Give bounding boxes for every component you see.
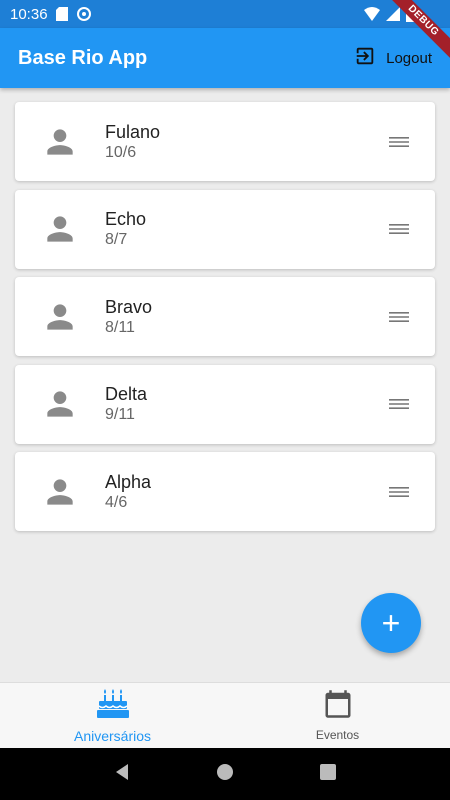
list-item[interactable]: Echo 8/7 <box>15 189 435 269</box>
list-item-date: 4/6 <box>105 493 128 511</box>
app-bar: Base Rio App Logout <box>0 28 450 88</box>
logout-label: Logout <box>386 49 432 67</box>
tab-eventos-label: Eventos <box>315 728 360 742</box>
list-item[interactable]: Alpha 4/6 <box>15 452 435 531</box>
list-item-name: Bravo <box>105 296 153 317</box>
recents-icon[interactable] <box>319 763 337 786</box>
list-item-name: Delta <box>105 384 148 404</box>
logout-icon <box>354 45 376 71</box>
home-icon[interactable] <box>216 763 234 786</box>
back-icon[interactable] <box>113 763 131 786</box>
tab-eventos[interactable]: Eventos <box>225 683 450 748</box>
list-item-date: 9/11 <box>105 406 135 423</box>
battery-icon <box>406 6 414 22</box>
person-icon <box>41 385 79 423</box>
signal-icon <box>386 7 400 21</box>
drag-handle-icon[interactable] <box>387 217 411 241</box>
list-item-date: 8/7 <box>105 231 128 248</box>
calendar-icon <box>323 689 353 724</box>
person-icon <box>41 123 79 161</box>
list-item[interactable]: Fulano 10/6 <box>15 102 435 181</box>
list-item-name: Echo <box>105 209 147 229</box>
add-button[interactable]: + <box>361 593 421 653</box>
tab-aniversarios-label: Aniversários <box>73 728 152 744</box>
person-icon <box>41 473 79 511</box>
wifi-icon <box>364 7 380 21</box>
list-item-date: 10/6 <box>105 143 137 161</box>
page-title: Base Rio App <box>18 46 148 69</box>
list-item-date: 8/11 <box>105 318 135 336</box>
list-item-name: Fulano <box>105 121 161 142</box>
cake-icon <box>96 687 130 724</box>
list-item[interactable]: Bravo 8/11 <box>15 277 435 356</box>
status-time: 10:36 <box>10 5 48 23</box>
system-navigation-bar <box>0 748 450 800</box>
drag-handle-icon[interactable] <box>387 130 411 154</box>
birthday-list: Fulano 10/6 Echo 8/7 Bravo 8/11 Delta 9/… <box>15 102 435 540</box>
sd-card-icon <box>55 7 68 21</box>
drag-handle-icon[interactable] <box>387 305 411 329</box>
bottom-navigation: Aniversários Eventos <box>0 682 450 748</box>
logout-button[interactable]: Logout <box>354 45 432 71</box>
add-icon: + <box>381 604 401 641</box>
sync-icon <box>76 6 92 22</box>
drag-handle-icon[interactable] <box>387 392 411 416</box>
drag-handle-icon[interactable] <box>387 480 411 504</box>
list-item-name: Alpha <box>105 471 152 492</box>
tab-aniversarios[interactable]: Aniversários <box>0 683 225 748</box>
person-icon <box>41 298 79 336</box>
person-icon <box>41 210 79 248</box>
status-bar: 10:36 <box>0 0 450 28</box>
list-item[interactable]: Delta 9/11 <box>15 364 435 444</box>
